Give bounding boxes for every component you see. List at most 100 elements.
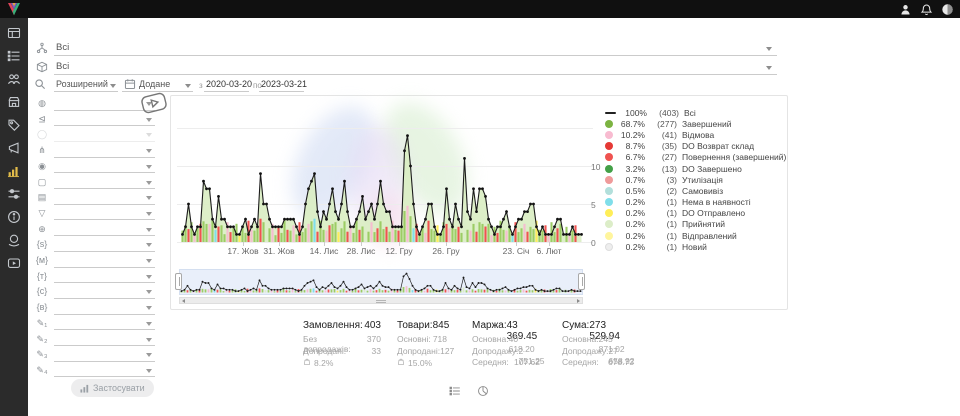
legend-item[interactable]: 0.2% (1) Відправлений: [605, 230, 786, 241]
sidebar-item-video[interactable]: [7, 256, 22, 270]
filter-select-value[interactable]: Всі: [56, 42, 69, 53]
apply-button-label: Застосувати: [93, 383, 145, 393]
summary-title: Сума:: [562, 320, 589, 334]
search-icon: [34, 78, 46, 90]
legend-label: Самовивіз: [682, 186, 723, 196]
legend-label: Повернення (завершений): [682, 152, 786, 162]
summary-sub-value: 107.62: [514, 357, 540, 369]
legend-item[interactable]: 8.7% (35) DO Возврат склад: [605, 141, 786, 152]
sidebar-item-marketing[interactable]: [7, 141, 22, 155]
sidebar-item-support[interactable]: [7, 233, 22, 247]
avatar[interactable]: [941, 3, 954, 16]
sidebar-item-tune[interactable]: [7, 187, 22, 201]
summary-sub-value: 127: [440, 346, 454, 358]
chart-scrollbar[interactable]: [179, 297, 583, 304]
filter-field[interactable]: [54, 157, 155, 158]
legend-percent: 100%: [619, 108, 647, 118]
filter-field[interactable]: [54, 219, 155, 220]
pie-view-icon[interactable]: [477, 385, 489, 397]
scroll-right-icon[interactable]: [577, 299, 580, 303]
legend-dot-marker: [605, 120, 613, 128]
left-nav-sidebar: [0, 18, 28, 416]
navigator-left-handle[interactable]: [175, 273, 182, 290]
brand-logo[interactable]: [6, 1, 22, 17]
legend-item[interactable]: 0.7% (3) Утилізація: [605, 174, 786, 185]
legend-dot-marker: [605, 187, 613, 195]
legend-percent: 68.7%: [617, 119, 645, 129]
scroll-left-icon[interactable]: [182, 299, 185, 303]
legend-label: Новий: [682, 242, 707, 252]
summary-sub-label: Середня:: [472, 357, 509, 369]
date-field-select[interactable]: Додане: [139, 79, 170, 89]
summary-sub-label: Основна:: [472, 334, 509, 346]
list-view-icon[interactable]: [449, 385, 461, 397]
x-axis-label: 23. Січ: [503, 246, 530, 256]
filter-field[interactable]: [54, 376, 155, 377]
legend-item[interactable]: 0.2% (1) DO Отправлено: [605, 208, 786, 219]
filter-field[interactable]: [54, 298, 155, 299]
filter-select-value[interactable]: Всі: [56, 61, 69, 72]
navigator-right-handle[interactable]: [578, 273, 585, 290]
filter-field[interactable]: [54, 314, 155, 315]
var-b-icon: {в}: [35, 302, 49, 312]
orders-chart-plot[interactable]: [181, 126, 583, 246]
filter-field[interactable]: [54, 172, 155, 173]
legend-item[interactable]: 0.2% (1) Новий: [605, 241, 786, 252]
notifications-bell-icon[interactable]: [920, 3, 933, 16]
filter-field[interactable]: [54, 125, 155, 126]
sidebar-item-orders[interactable]: [7, 49, 22, 63]
legend-item[interactable]: 0.2% (1) Нема в наявності: [605, 197, 786, 208]
legend-count: (1): [649, 197, 677, 207]
summary-sub-value: 40 618.20: [509, 334, 540, 346]
legend-count: (1): [649, 208, 677, 218]
legend-dot-marker: [605, 198, 613, 206]
legend-item[interactable]: 6.7% (27) Повернення (завершений): [605, 152, 786, 163]
summary-sub-label: Допродажу:: [472, 346, 519, 358]
chart-navigator[interactable]: [179, 269, 583, 295]
scrollbar-grip[interactable]: [376, 300, 386, 303]
sidebar-item-sales[interactable]: [7, 118, 22, 132]
filter-field[interactable]: [54, 329, 155, 330]
summary-column: Замовлення: 403Без допродажів: 370Допрод…: [303, 320, 381, 369]
user-icon[interactable]: [899, 3, 912, 16]
chevron-down-icon: [146, 149, 152, 153]
sidebar-item-dashboard[interactable]: [7, 26, 22, 40]
filter-field[interactable]: [54, 110, 155, 111]
filter-field[interactable]: [54, 282, 155, 283]
filter-field[interactable]: [54, 251, 155, 252]
sidebar-item-info[interactable]: [7, 210, 22, 224]
sidebar-item-store[interactable]: [7, 95, 22, 109]
filter-field[interactable]: [54, 345, 155, 346]
x-axis-label: 6. Лют: [536, 246, 561, 256]
legend-item[interactable]: 68.7% (277) Завершений: [605, 118, 786, 129]
search-mode-select[interactable]: Розширений: [56, 79, 108, 89]
bag-icon: [397, 357, 405, 368]
date-to-input[interactable]: 2023-03-21: [261, 79, 307, 89]
filter-field[interactable]: [54, 204, 155, 205]
sidebar-item-customers[interactable]: [7, 72, 22, 86]
legend-item[interactable]: 100% (403) Всі: [605, 107, 786, 118]
chevron-down-icon: [146, 338, 152, 342]
chevron-down-icon: [766, 47, 772, 51]
x-axis-label: 31. Жов: [263, 246, 294, 256]
filter-field[interactable]: [54, 141, 155, 142]
filter-field[interactable]: [54, 235, 155, 236]
date-from-input[interactable]: 2020-03-20: [206, 79, 252, 89]
legend-item[interactable]: 10.2% (41) Відмова: [605, 129, 786, 140]
apply-filters-button[interactable]: Застосувати: [71, 379, 154, 397]
sidebar-item-analytics[interactable]: [7, 164, 22, 178]
summary-column: Товари: 845Основні: 718Допродані: 127 15…: [397, 320, 447, 369]
section-video-icon[interactable]: [139, 90, 169, 116]
legend-item[interactable]: 0.5% (2) Самовивіз: [605, 185, 786, 196]
summary-value: 403: [364, 320, 381, 334]
filter-field[interactable]: [54, 188, 155, 189]
filter-field[interactable]: [54, 361, 155, 362]
chevron-down-icon: [146, 259, 152, 263]
chevron-down-icon: [146, 228, 152, 232]
legend-item[interactable]: 3.2% (13) DO Завершено: [605, 163, 786, 174]
banknote-icon: ▤: [35, 192, 49, 203]
legend-line-marker: [605, 112, 616, 114]
filter-field[interactable]: [54, 267, 155, 268]
field-underline: [204, 91, 249, 92]
legend-item[interactable]: 0.2% (1) Прийнятий: [605, 219, 786, 230]
